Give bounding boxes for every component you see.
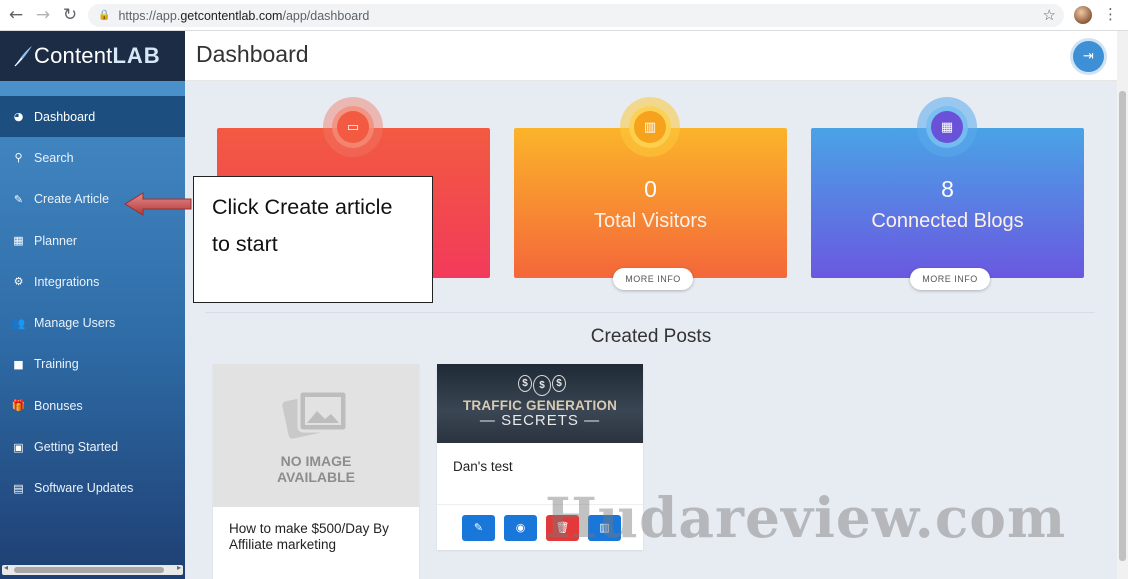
stat-label: Connected Blogs [871, 210, 1024, 232]
brand-name: ContentLAB [34, 43, 161, 68]
sidebar-item-bonuses[interactable]: 🎁 Bonuses [0, 385, 185, 426]
stat-value: 8 [941, 176, 954, 202]
stat-card-visitors: ▥ 0 Total Visitors MORE INFO [514, 97, 787, 290]
brand-logo[interactable]: ContentLAB [0, 31, 185, 81]
browser-menu-icon[interactable]: ⋮ [1103, 5, 1118, 23]
sidebar-item-label: Planner [34, 233, 78, 248]
sidebar-item-label: Dashboard [34, 109, 96, 124]
logout-button[interactable]: ⇥ [1073, 41, 1104, 72]
edit-icon: ✎ [13, 192, 24, 206]
clipboard-icon: ▤ [13, 481, 24, 495]
annotation-callout: Click Create article to start [193, 176, 433, 303]
browser-toolbar: ← → ↻ 🔒 https://app.getcontentlab.com/ap… [0, 0, 1128, 31]
sidebar-item-getting-started[interactable]: ▣ Getting Started [0, 426, 185, 467]
scroll-left-icon[interactable]: ◂ [4, 563, 8, 572]
sidebar: ContentLAB ◕ Dashboard ⚲ Search ✎ Create Ar… [0, 31, 185, 579]
back-icon[interactable]: ← [5, 4, 27, 26]
post-card[interactable]: NO IMAGE AVAILABLE How to make $500/Day B… [213, 364, 419, 579]
sidebar-item-training[interactable]: ■ Training [0, 344, 185, 385]
lock-icon: 🔒 [98, 10, 111, 21]
post-thumbnail: $ $ $ TRAFFIC GENERATION — SECRETS — [437, 364, 643, 443]
scrollbar-thumb[interactable] [1119, 91, 1126, 561]
bookmark-star-icon[interactable]: ☆ [1043, 6, 1056, 24]
sidebar-horizontal-scrollbar[interactable]: ◂ ▸ [2, 563, 183, 575]
annotation-arrow-icon [124, 192, 192, 216]
sidebar-item-label: Integrations [34, 274, 100, 289]
sidebar-item-label: Software Updates [34, 481, 134, 496]
post-title[interactable]: Dan's test [437, 443, 643, 491]
url-text: https://app.getcontentlab.com/app/dashbo… [118, 8, 370, 23]
sidebar-item-manage-users[interactable]: 👥 Manage Users [0, 302, 185, 343]
book-icon: ▣ [13, 440, 24, 454]
stat-value: 0 [644, 176, 657, 202]
eye-icon: ◉ [515, 521, 526, 534]
dollar-coins-graphic: $ $ $ [518, 375, 566, 396]
edit-post-button[interactable]: ✎ [462, 514, 495, 541]
no-image-placeholder: NO IMAGE AVAILABLE [213, 364, 419, 507]
thumbnail-text-line1: TRAFFIC GENERATION [462, 398, 618, 413]
page-vertical-scrollbar[interactable] [1117, 31, 1128, 579]
feather-logo-icon [14, 46, 32, 67]
users-icon: 👥 [11, 316, 26, 330]
image-placeholder-icon [282, 389, 349, 439]
sidebar-item-label: Training [34, 357, 79, 372]
sidebar-item-integrations[interactable]: ⚙ Integrations [0, 261, 185, 302]
sidebar-item-label: Search [34, 150, 74, 165]
sidebar-item-dashboard[interactable]: ◕ Dashboard [0, 96, 185, 138]
watermark-text: Hudareview.com [545, 485, 1067, 550]
thumbnail-text-line2: — SECRETS — [479, 412, 601, 429]
view-post-button[interactable]: ◉ [504, 514, 537, 541]
scrollbar-thumb[interactable] [14, 567, 164, 573]
edit-icon: ✎ [473, 521, 484, 534]
page-header: Dashboard ⇥ [185, 31, 1117, 81]
sidebar-strip [0, 81, 185, 96]
stat-icon-ring: ▥ [620, 97, 680, 157]
post-title[interactable]: How to make $500/Day By Affiliate market… [213, 507, 419, 567]
sidebar-item-software-updates[interactable]: ▤ Software Updates [0, 468, 185, 509]
dashboard-icon: ◕ [13, 110, 24, 124]
grid-icon: ▦ [931, 111, 963, 143]
profile-avatar[interactable] [1074, 6, 1092, 24]
stat-icon-ring: ▭ [323, 97, 383, 157]
address-bar[interactable]: 🔒 https://app.getcontentlab.com/app/dash… [88, 4, 1064, 27]
page-title: Dashboard [196, 41, 309, 67]
newspaper-icon: ▭ [337, 111, 369, 143]
reload-icon[interactable]: ↻ [59, 4, 81, 26]
more-info-button[interactable]: MORE INFO [910, 268, 990, 290]
sidebar-item-label: Bonuses [34, 398, 83, 413]
created-posts-heading: Created Posts [590, 326, 712, 347]
search-icon: ⚲ [14, 151, 23, 165]
sidebar-item-search[interactable]: ⚲ Search [0, 137, 185, 178]
calendar-icon: ▦ [13, 234, 24, 248]
gift-icon: 🎁 [11, 399, 26, 413]
sidebar-item-label: Manage Users [34, 316, 116, 331]
forward-icon[interactable]: → [32, 4, 54, 26]
cogs-icon: ⚙ [13, 275, 24, 289]
bar-chart-icon: ▥ [634, 111, 666, 143]
sidebar-nav: ◕ Dashboard ⚲ Search ✎ Create Article ▦ Plan… [0, 96, 185, 509]
section-divider [205, 312, 1095, 313]
stat-card-blogs: ▦ 8 Connected Blogs MORE INFO [811, 97, 1084, 290]
sidebar-item-label: Getting Started [34, 440, 119, 455]
sign-out-icon: ⇥ [1083, 49, 1094, 64]
no-image-text: NO IMAGE AVAILABLE [276, 452, 356, 485]
video-icon: ■ [13, 357, 24, 371]
stat-icon-ring: ▦ [917, 97, 977, 157]
stat-label: Total Visitors [593, 210, 707, 232]
sidebar-item-planner[interactable]: ▦ Planner [0, 220, 185, 261]
scroll-right-icon[interactable]: ▸ [177, 563, 181, 572]
more-info-button[interactable]: MORE INFO [613, 268, 693, 290]
sidebar-item-label: Create Article [34, 192, 110, 207]
